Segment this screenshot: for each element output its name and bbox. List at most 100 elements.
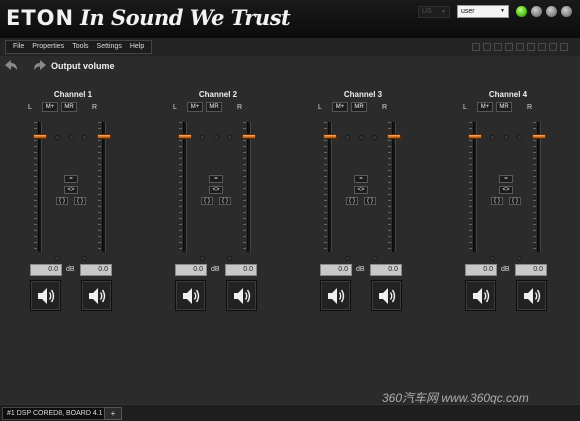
swap-button[interactable]: <> [354, 186, 368, 194]
minimize-button[interactable] [531, 6, 542, 17]
swap-button[interactable]: <> [64, 186, 78, 194]
indicator-led [359, 135, 364, 140]
phase-right-button[interactable]: ( ) [364, 197, 376, 205]
toolbar-button[interactable] [527, 43, 535, 51]
swap-button[interactable]: <> [499, 186, 513, 194]
left-fader-handle[interactable] [33, 134, 47, 139]
fader-scale [533, 122, 536, 252]
right-label: R [382, 104, 388, 111]
left-label: L [173, 104, 177, 111]
memory-recall-button[interactable]: MR [206, 102, 222, 112]
left-fader-track[interactable] [38, 122, 42, 252]
speaker-icon [37, 287, 54, 304]
right-fader-track[interactable] [537, 122, 541, 252]
link-equal-button[interactable]: = [64, 175, 78, 183]
indicator-led [82, 256, 87, 261]
phase-right-button[interactable]: ( ) [74, 197, 86, 205]
close-button[interactable] [561, 6, 572, 17]
phase-left-button[interactable]: ( ) [346, 197, 358, 205]
left-volume-field[interactable]: 0.0 [175, 264, 207, 276]
swap-button[interactable]: <> [209, 186, 223, 194]
right-volume-field[interactable]: 0.0 [225, 264, 257, 276]
phase-left-button[interactable]: ( ) [491, 197, 503, 205]
back-arrow-icon[interactable] [4, 59, 18, 71]
channel-title: Channel 1 [53, 90, 93, 99]
left-mute-button[interactable] [30, 280, 61, 311]
indicator-led [69, 135, 74, 140]
left-fader-handle[interactable] [178, 134, 192, 139]
brand-logo: ETON In Sound We Trust [6, 5, 291, 30]
memory-recall-button[interactable]: MR [61, 102, 77, 112]
toolbar-button[interactable] [560, 43, 568, 51]
toolbar-button[interactable] [483, 43, 491, 51]
memory-plus-button[interactable]: M+ [332, 102, 348, 112]
right-fader-handle[interactable] [242, 134, 256, 139]
right-volume-field[interactable]: 0.0 [515, 264, 547, 276]
right-fader-handle[interactable] [532, 134, 546, 139]
toolbar-button[interactable] [505, 43, 513, 51]
channel-title: Channel 3 [343, 90, 383, 99]
toolbar-button[interactable] [494, 43, 502, 51]
toolbar-button[interactable] [549, 43, 557, 51]
brand-name: ETON [6, 6, 75, 30]
db-unit-label: dB [356, 266, 365, 273]
toolbar-button[interactable] [516, 43, 524, 51]
right-label: R [92, 104, 98, 111]
left-fader-handle[interactable] [468, 134, 482, 139]
forward-arrow-icon[interactable] [33, 59, 47, 71]
indicator-led [372, 135, 377, 140]
device-tab[interactable]: #1 DSP CORED8, BOARD 4.1 [2, 407, 108, 420]
left-fader-track[interactable] [473, 122, 477, 252]
left-mute-button[interactable] [320, 280, 351, 311]
phase-right-button[interactable]: ( ) [219, 197, 231, 205]
menu-tools[interactable]: Tools [68, 41, 92, 53]
right-volume-field[interactable]: 0.0 [80, 264, 112, 276]
memory-plus-button[interactable]: M+ [42, 102, 58, 112]
channel-panel: Channel 3 L R M+ MR = <> ( ) ( ) 0.0 dB … [308, 86, 418, 316]
left-volume-field[interactable]: 0.0 [465, 264, 497, 276]
left-mute-button[interactable] [465, 280, 496, 311]
phase-left-button[interactable]: ( ) [201, 197, 213, 205]
indicator-led [200, 135, 205, 140]
right-volume-field[interactable]: 0.0 [370, 264, 402, 276]
memory-recall-button[interactable]: MR [351, 102, 367, 112]
link-equal-button[interactable]: = [499, 175, 513, 183]
left-volume-field[interactable]: 0.0 [30, 264, 62, 276]
indicator-led [200, 256, 205, 261]
left-mute-button[interactable] [175, 280, 206, 311]
right-mute-button[interactable] [371, 280, 402, 311]
status-indicator-button[interactable] [516, 6, 527, 17]
maximize-button[interactable] [546, 6, 557, 17]
link-equal-button[interactable]: = [209, 175, 223, 183]
left-fader-track[interactable] [183, 122, 187, 252]
indicator-led [55, 135, 60, 140]
menu-help[interactable]: Help [126, 41, 148, 53]
toolbar-button[interactable] [538, 43, 546, 51]
add-device-button[interactable]: + [104, 407, 122, 420]
left-fader-handle[interactable] [323, 134, 337, 139]
link-equal-button[interactable]: = [354, 175, 368, 183]
indicator-led [490, 135, 495, 140]
right-mute-button[interactable] [516, 280, 547, 311]
memory-recall-button[interactable]: MR [496, 102, 512, 112]
menu-properties[interactable]: Properties [28, 41, 68, 53]
right-fader-track[interactable] [247, 122, 251, 252]
right-mute-button[interactable] [226, 280, 257, 311]
fader-scale [34, 122, 37, 252]
db-unit-label: dB [501, 266, 510, 273]
left-volume-field[interactable]: 0.0 [320, 264, 352, 276]
right-fader-handle[interactable] [387, 134, 401, 139]
left-fader-track[interactable] [328, 122, 332, 252]
menu-settings[interactable]: Settings [93, 41, 126, 53]
channel-title: Channel 4 [488, 90, 528, 99]
right-fader-track[interactable] [392, 122, 396, 252]
menu-file[interactable]: File [9, 41, 28, 53]
memory-plus-button[interactable]: M+ [477, 102, 493, 112]
phase-right-button[interactable]: ( ) [509, 197, 521, 205]
right-mute-button[interactable] [81, 280, 112, 311]
phase-left-button[interactable]: ( ) [56, 197, 68, 205]
toolbar-button[interactable] [472, 43, 480, 51]
memory-plus-button[interactable]: M+ [187, 102, 203, 112]
right-fader-track[interactable] [102, 122, 106, 252]
right-fader-handle[interactable] [97, 134, 111, 139]
